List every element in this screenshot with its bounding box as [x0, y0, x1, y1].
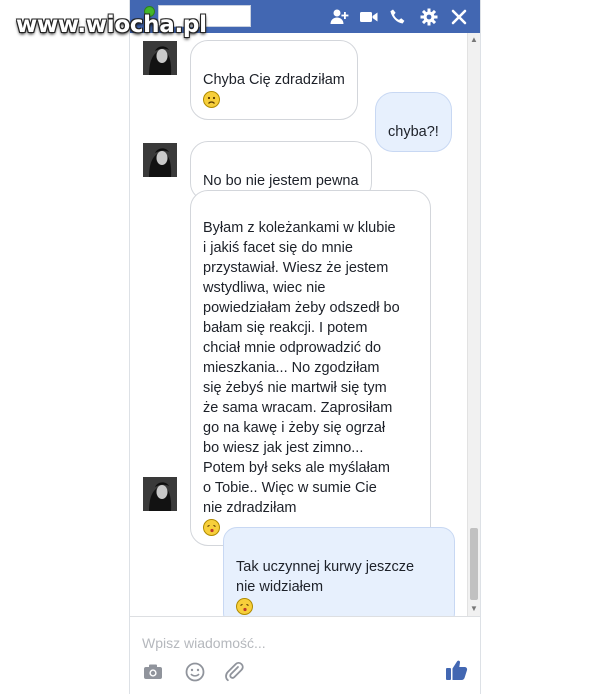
camera-icon[interactable]: [142, 661, 164, 683]
sad-emoji-icon: [203, 91, 220, 108]
message-bubble-incoming: Byłam z koleżankami w klubie i jakiś fac…: [190, 190, 431, 546]
close-icon[interactable]: [449, 7, 469, 27]
scroll-down-icon[interactable]: ▼: [470, 605, 478, 613]
emoji-icon[interactable]: [184, 661, 206, 683]
message-composer: [130, 616, 480, 695]
message-bubble-outgoing: chyba?!: [375, 92, 452, 152]
scrollbar-thumb[interactable]: [470, 528, 478, 600]
kiss-emoji-icon: [203, 519, 220, 536]
attachment-icon[interactable]: [223, 661, 245, 683]
contact-avatar: [143, 41, 177, 75]
message-text: Tak uczynnej kurwy jeszcze nie widziałem: [236, 559, 415, 595]
message-scrollbar[interactable]: ▲ ▼: [467, 33, 480, 616]
contact-avatar: [143, 477, 177, 511]
message-text: Chyba Cię zdradziłam: [203, 72, 345, 88]
message-bubble-incoming: Chyba Cię zdradziłam: [190, 40, 358, 120]
scroll-up-icon[interactable]: ▲: [470, 36, 478, 44]
chat-window: Chyba Cię zdradziłam chyba?! No bo nie j…: [129, 0, 481, 695]
message-text: Byłam z koleżankami w klubie i jakiś fac…: [203, 220, 400, 516]
message-list[interactable]: Chyba Cię zdradziłam chyba?! No bo nie j…: [130, 33, 470, 627]
message-bubble-outgoing: Tak uczynnej kurwy jeszcze nie widziałem: [223, 527, 455, 627]
gear-icon[interactable]: [419, 7, 439, 27]
like-icon[interactable]: [444, 657, 470, 683]
watermark: www.wiocha.pl: [16, 12, 207, 38]
add-friend-icon[interactable]: [330, 7, 350, 27]
message-text: No bo nie jestem pewna: [203, 173, 359, 189]
video-call-icon[interactable]: [359, 7, 379, 27]
contact-avatar: [143, 143, 177, 177]
kiss-emoji-icon: [236, 598, 253, 615]
phone-icon[interactable]: [388, 7, 408, 27]
message-text: chyba?!: [388, 124, 439, 140]
message-input[interactable]: [140, 631, 444, 655]
